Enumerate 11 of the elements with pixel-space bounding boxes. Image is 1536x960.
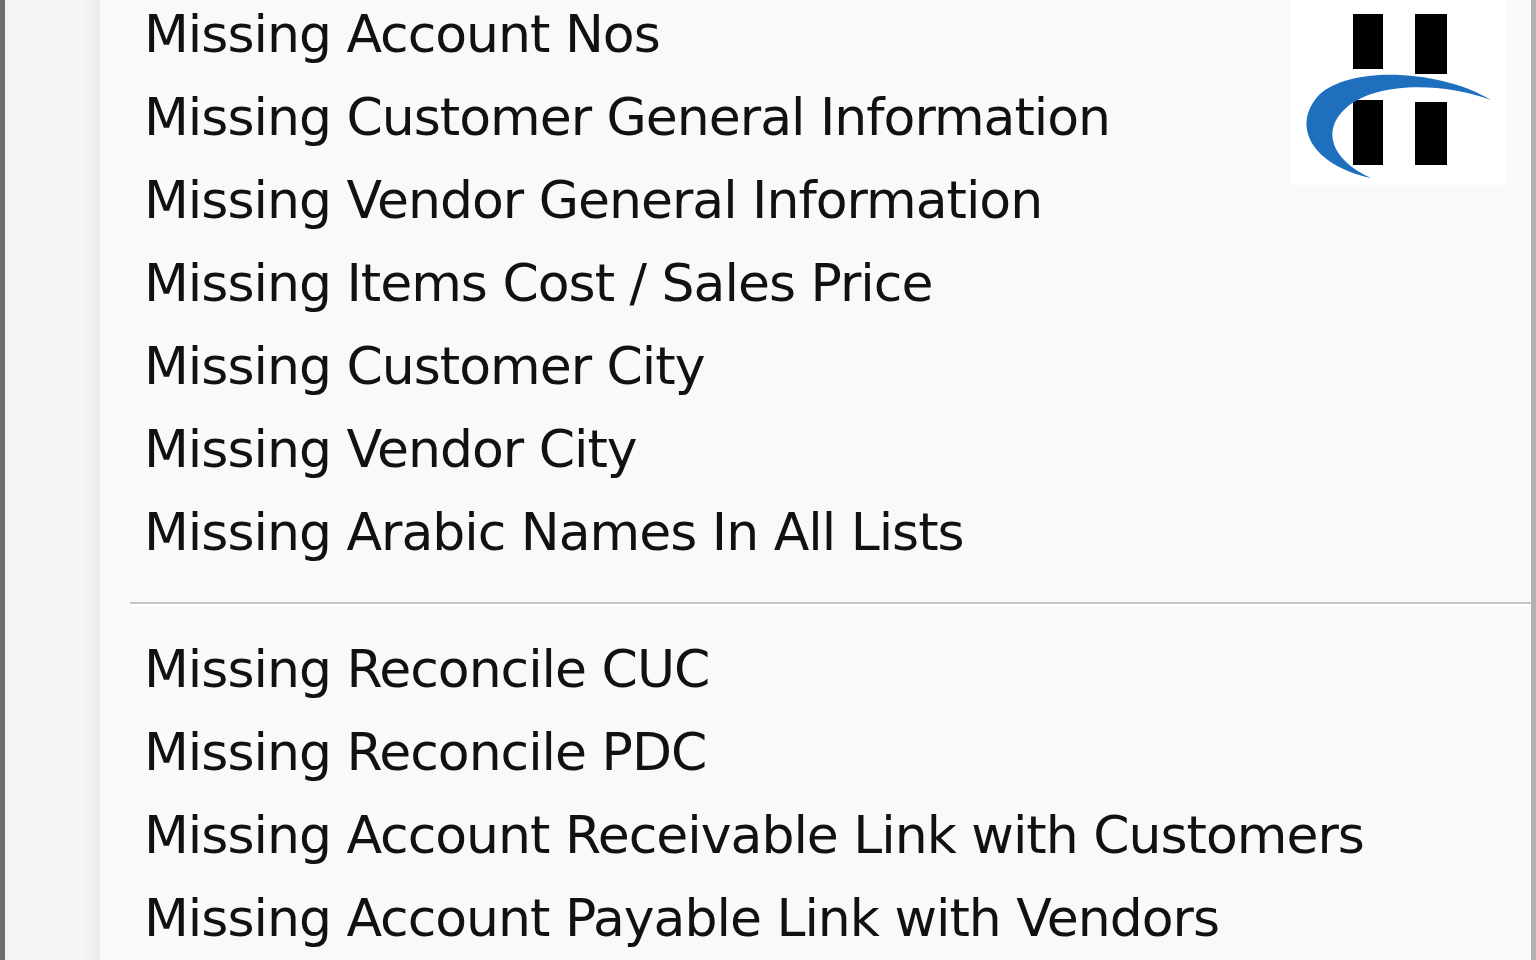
menu-item[interactable]: Missing Vendor City — [100, 407, 1531, 491]
menu-item[interactable]: Missing Reconcile PDC — [100, 710, 1531, 794]
menu-item[interactable]: Missing Vendor General Information — [100, 158, 1531, 242]
menu-item[interactable]: Missing Account Payable Link with Vendors — [100, 876, 1531, 960]
menu-item[interactable]: Missing Arabic Names In All Lists — [100, 490, 1531, 574]
menu-item[interactable]: Missing Account Nos — [100, 0, 1531, 76]
menu-item[interactable]: Missing Account Receivable Link with Customers — [100, 793, 1531, 877]
menu-item[interactable]: Missing Reconcile CUC — [100, 627, 1531, 711]
menu-item[interactable]: Missing Items Cost / Sales Price — [100, 241, 1531, 325]
menu-item[interactable]: Missing Customer General Information — [100, 75, 1531, 159]
menu-item[interactable]: Missing Customer City — [100, 324, 1531, 408]
